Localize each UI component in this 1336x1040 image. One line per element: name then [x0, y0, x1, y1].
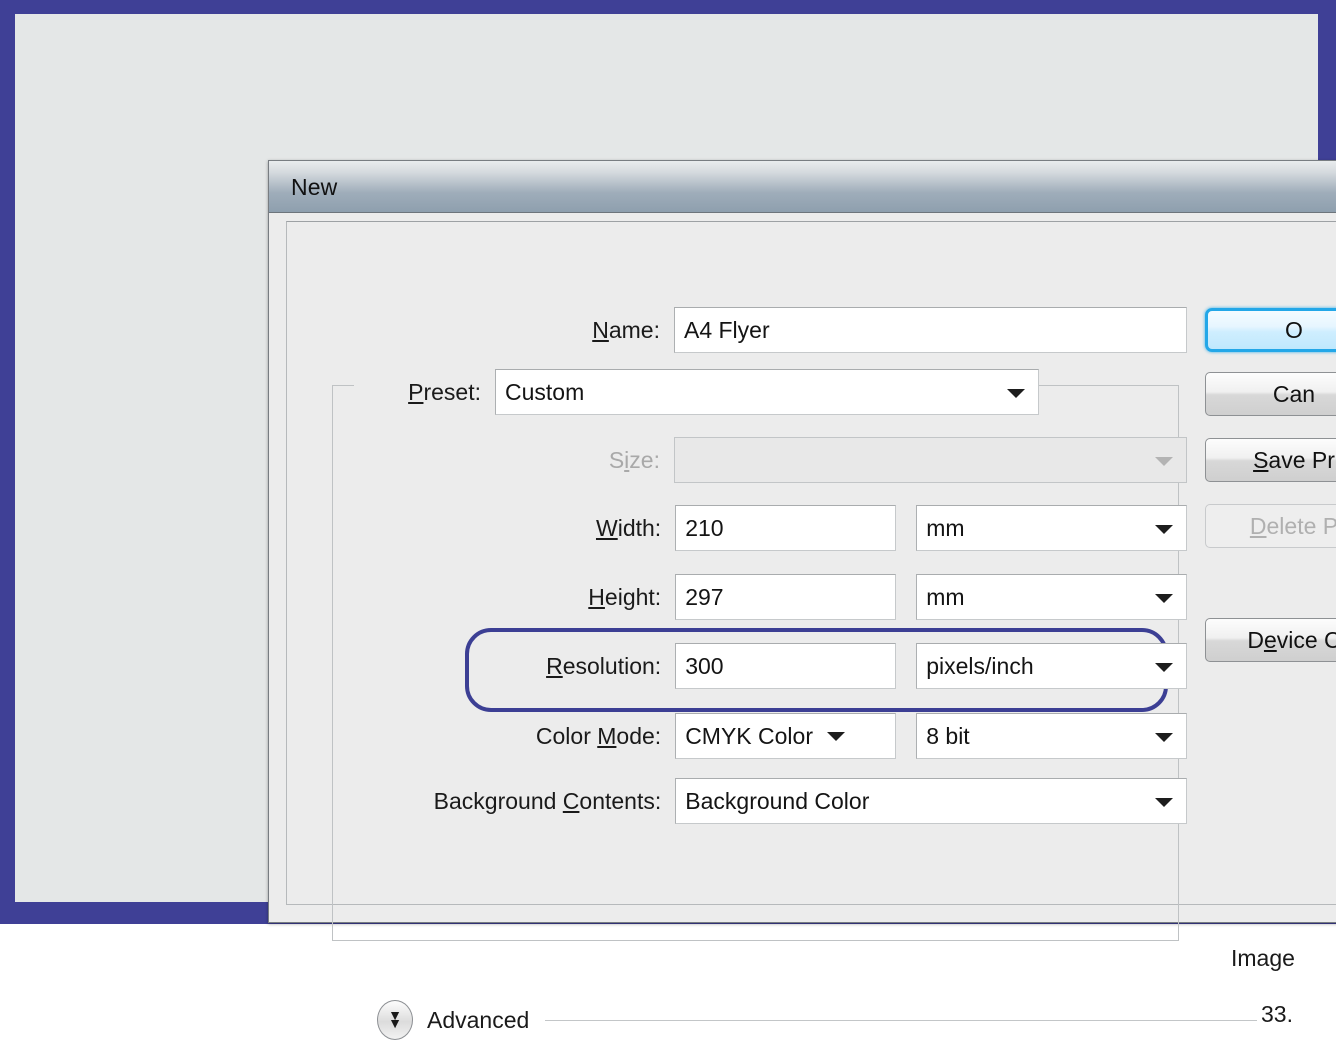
height-label-accel: H: [588, 583, 605, 610]
preset-select-value: Custom: [505, 378, 585, 405]
name-input[interactable]: A4 Flyer: [673, 307, 1187, 353]
save-preset-accel: S: [1253, 446, 1269, 473]
dialog-title: New: [291, 174, 338, 200]
color-mode-label-rest: ode:: [616, 722, 662, 749]
resolution-input[interactable]: 300: [675, 643, 897, 689]
color-mode-label-pre: Color: [535, 722, 598, 749]
resolution-unit-select[interactable]: pixels/inch: [916, 643, 1187, 689]
advanced-divider: [545, 1019, 1258, 1021]
size-label-rest: ze:: [629, 446, 660, 473]
chevron-down-icon: [1155, 733, 1173, 742]
color-mode-row: Color Mode: CMYK Color 8 bit: [287, 713, 1187, 759]
width-unit-value: mm: [926, 514, 965, 541]
chevron-down-icon: [1155, 798, 1173, 807]
chevron-down-icon: [1155, 594, 1173, 603]
advanced-section[interactable]: ▼ ▼ Advanced: [377, 1000, 1258, 1040]
name-label-accel: N: [592, 316, 609, 343]
double-chevron-down-icon[interactable]: ▼ ▼: [377, 1000, 413, 1040]
preset-label-rest: reset:: [423, 378, 481, 405]
height-label: Height:: [287, 584, 661, 611]
height-label-rest: eight:: [604, 583, 662, 610]
preset-label-accel: P: [408, 378, 424, 405]
save-preset-button[interactable]: Save Pr: [1205, 438, 1336, 482]
background-label-accel: C: [562, 787, 580, 814]
color-mode-value: CMYK Color: [685, 722, 813, 749]
width-row: Width: 210 mm: [287, 505, 1187, 551]
bit-depth-value: 8 bit: [926, 722, 970, 749]
background-contents-row: Background Contents: Background Color: [287, 778, 1187, 824]
width-unit-select[interactable]: mm: [916, 505, 1187, 551]
background-contents-select[interactable]: Background Color: [675, 778, 1187, 824]
image-size-value: 33.: [1261, 1001, 1293, 1027]
name-label-rest: ame:: [608, 316, 660, 343]
color-mode-label-accel: M: [597, 722, 617, 749]
chevron-down-icon: [1155, 663, 1173, 672]
height-row: Height: 297 mm: [287, 574, 1187, 620]
preset-row: Preset: Custom: [287, 369, 1187, 415]
size-label: Size:: [287, 447, 660, 474]
outer-frame: New Name: A4 Flyer Preset: Custom Size: …: [0, 0, 1336, 1040]
chevron-down-icon: [827, 731, 845, 741]
background-label-pre: Background: [433, 787, 563, 814]
delete-preset-accel: D: [1249, 512, 1267, 539]
advanced-label: Advanced: [427, 1006, 530, 1033]
chevron-down-icon: [1155, 525, 1173, 534]
color-mode-label: Color Mode:: [287, 723, 661, 750]
delete-preset-button: Delete P: [1205, 504, 1336, 548]
color-mode-select[interactable]: CMYK Color: [675, 713, 897, 759]
width-label: Width:: [287, 515, 661, 542]
dialog-button-column: O Can Save Pr Delete P Device C Image 33…: [1205, 222, 1336, 1027]
size-label-pre: S: [608, 446, 625, 473]
size-row: Size:: [287, 437, 1187, 483]
save-preset-button-label: Save Pr: [1253, 446, 1335, 473]
chevron-down-icon: [1155, 457, 1173, 466]
preset-label: Preset:: [287, 379, 481, 406]
width-input[interactable]: 210: [675, 505, 897, 551]
preset-select[interactable]: Custom: [495, 369, 1039, 415]
height-input[interactable]: 297: [675, 574, 897, 620]
width-label-rest: idth:: [617, 514, 662, 541]
background-contents-value: Background Color: [685, 787, 870, 814]
height-unit-select[interactable]: mm: [916, 574, 1187, 620]
document-settings-form: Name: A4 Flyer Preset: Custom Size: Widt…: [287, 222, 1258, 1040]
dialog-content-panel: Name: A4 Flyer Preset: Custom Size: Widt…: [286, 221, 1336, 1040]
ok-button-label: O: [1285, 316, 1303, 343]
resolution-label: Resolution:: [287, 653, 661, 680]
new-document-dialog: New Name: A4 Flyer Preset: Custom Size: …: [268, 160, 1336, 1040]
cancel-button-label: Can: [1272, 380, 1316, 407]
resolution-row: Resolution: 300 pixels/inch: [287, 643, 1187, 689]
cancel-button[interactable]: Can: [1205, 372, 1336, 416]
background-label-rest: ontents:: [579, 787, 662, 814]
device-central-button-label: Device C: [1247, 626, 1336, 653]
name-row: Name: A4 Flyer: [287, 307, 1187, 353]
height-unit-value: mm: [926, 583, 965, 610]
device-central-accel: e: [1263, 626, 1277, 653]
resolution-label-accel: R: [546, 652, 563, 679]
desktop-background: New Name: A4 Flyer Preset: Custom Size: …: [15, 14, 1336, 1040]
bit-depth-select[interactable]: 8 bit: [916, 713, 1187, 759]
ok-button[interactable]: O: [1205, 308, 1336, 352]
size-select: [673, 437, 1187, 483]
image-size-label: Image: [1231, 945, 1295, 971]
device-central-button[interactable]: Device C: [1205, 618, 1336, 662]
dialog-titlebar[interactable]: New: [269, 161, 1336, 213]
resolution-unit-value: pixels/inch: [926, 652, 1034, 679]
chevron-down-icon: [1007, 389, 1025, 398]
delete-preset-button-label: Delete P: [1249, 512, 1336, 539]
width-label-accel: W: [595, 514, 618, 541]
background-contents-label: Background Contents:: [287, 787, 662, 815]
resolution-label-rest: esolution:: [562, 652, 662, 679]
name-label: Name:: [287, 317, 660, 344]
